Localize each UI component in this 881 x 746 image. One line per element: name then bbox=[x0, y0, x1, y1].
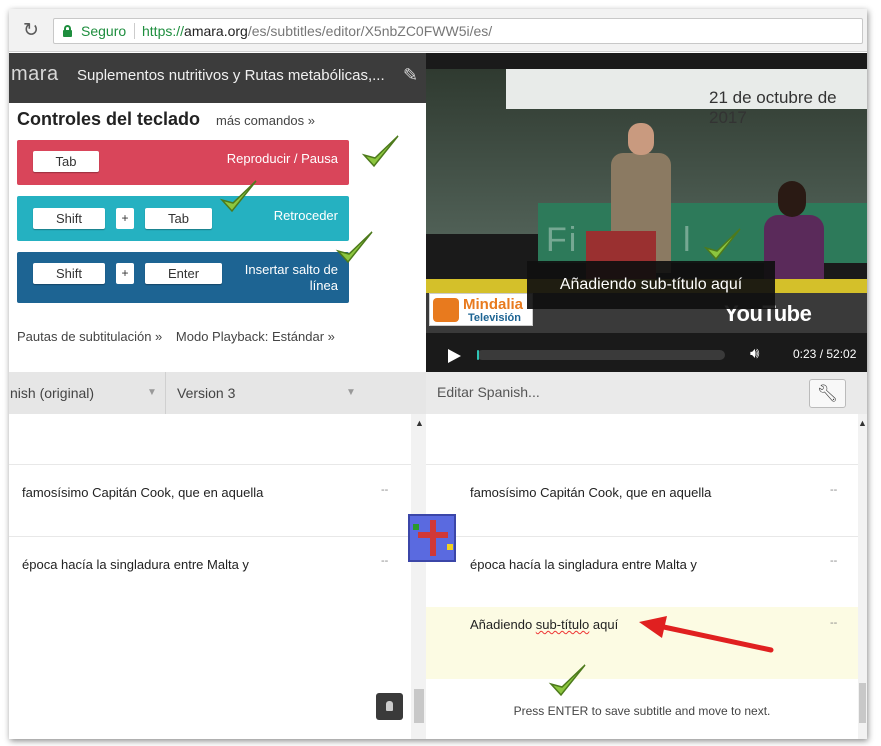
red-arrow-icon bbox=[639, 616, 774, 653]
key-tab: Tab bbox=[33, 151, 99, 172]
plus-sign: + bbox=[116, 263, 134, 284]
url-scheme: https:// bbox=[142, 23, 185, 39]
editor-header: mara Suplementos nutritivos y Rutas meta… bbox=[9, 53, 427, 103]
guidelines-link[interactable]: Pautas de subtitulación » bbox=[17, 329, 162, 344]
shortcut-rewind: Shift + Tab Retroceder bbox=[17, 196, 349, 241]
shortcut-play-pause: Tab Reproducir / Pausa bbox=[17, 140, 349, 185]
subtitle-overlay: Añadiendo sub-título aquí bbox=[527, 261, 775, 309]
checkmark-icon bbox=[548, 664, 586, 697]
key-enter: Enter bbox=[145, 263, 222, 284]
edit-language-label: Editar Spanish... bbox=[437, 384, 540, 400]
list-item[interactable]: época hacía la singladura entre Malta y bbox=[470, 557, 697, 572]
scrollbar[interactable]: ▲ bbox=[411, 414, 427, 739]
guidelines-bar: Pautas de subtitulación » Modo Playback:… bbox=[17, 329, 335, 344]
playback-mode-link[interactable]: Modo Playback: Estándar » bbox=[176, 329, 335, 344]
active-text-start: Añadiendo bbox=[470, 617, 536, 632]
editor-panel-header: Editar Spanish... 🔧︎ bbox=[426, 372, 867, 414]
divider bbox=[134, 23, 135, 39]
tv-icon bbox=[433, 298, 459, 322]
scroll-up-icon[interactable]: ▲ bbox=[415, 418, 424, 428]
checkmark-icon bbox=[361, 135, 399, 168]
misspelled-word: sub-título bbox=[535, 617, 590, 632]
version-label: Version 3 bbox=[177, 385, 236, 401]
plus-sign: + bbox=[116, 208, 134, 229]
list-item: famosísimo Capitán Cook, que en aquella bbox=[22, 485, 264, 500]
time-display: 0:23 / 52:02 bbox=[793, 347, 857, 361]
mindalia-logo-subtext: Televisión bbox=[468, 312, 521, 324]
key-shift: Shift bbox=[33, 263, 105, 284]
list-item: época hacía la singladura entre Malta y bbox=[22, 557, 249, 572]
mindalia-logo-text: Mindalia bbox=[463, 296, 524, 313]
list-item-dash: -- bbox=[381, 484, 389, 496]
list-item-dash: -- bbox=[381, 555, 389, 567]
volume-icon[interactable]: 🔊︎ bbox=[750, 345, 759, 362]
shortcut-line-break: Shift + Enter Insertar salto de línea bbox=[17, 252, 349, 303]
shortcut-action: Retroceder bbox=[273, 208, 338, 223]
key-shift: Shift bbox=[33, 208, 105, 229]
secure-label: Seguro bbox=[81, 23, 127, 39]
list-item-dash: -- bbox=[830, 484, 838, 496]
keyboard-controls-title: Controles del teclado bbox=[17, 109, 201, 129]
scrollbar[interactable]: ▲ bbox=[858, 414, 867, 739]
subtitle-editor-list: famosísimo Capitán Cook, que en aquella … bbox=[426, 414, 858, 739]
browser-window: ↻ Seguro https://amara.org/es/subtitles/… bbox=[9, 9, 867, 739]
original-language-select[interactable]: nish (original) ▼ bbox=[9, 372, 166, 414]
list-item-dash: -- bbox=[830, 617, 838, 629]
progress-fill bbox=[477, 350, 479, 360]
reference-subtitle-list: famosísimo Capitán Cook, que en aquella … bbox=[9, 414, 411, 739]
play-icon[interactable] bbox=[448, 349, 461, 363]
video-player[interactable]: 21 de octubre de 2017 Fi ntaci l Mindali… bbox=[426, 53, 867, 337]
reload-icon[interactable]: ↻ bbox=[23, 21, 43, 41]
checkmark-icon bbox=[219, 180, 257, 213]
player-controls: 🔊︎ 0:23 / 52:02 bbox=[426, 337, 867, 372]
scrollbar-thumb[interactable] bbox=[859, 683, 866, 723]
divider bbox=[426, 536, 858, 537]
list-item-dash: -- bbox=[830, 555, 838, 567]
url-field[interactable]: Seguro https://amara.org/es/subtitles/ed… bbox=[53, 18, 863, 44]
address-bar: ↻ Seguro https://amara.org/es/subtitles/… bbox=[9, 9, 867, 52]
enter-hint: Press ENTER to save subtitle and move to… bbox=[513, 704, 771, 718]
lock-icon bbox=[63, 25, 72, 37]
url-path: /es/subtitles/editor/X5nbZC0FWW5i/es/ bbox=[247, 23, 493, 39]
scrollbar-thumb[interactable] bbox=[414, 689, 424, 723]
checkmark-icon bbox=[703, 228, 741, 261]
event-date: 21 de octubre de 2017 bbox=[709, 88, 837, 127]
list-item[interactable]: famosísimo Capitán Cook, que en aquella bbox=[470, 485, 711, 500]
pencil-icon[interactable]: ✎ bbox=[403, 65, 418, 86]
active-text-end: aquí bbox=[589, 617, 619, 632]
version-select[interactable]: Version 3 ▼ bbox=[166, 372, 427, 414]
shortcut-action: Insertar salto de línea bbox=[244, 262, 338, 293]
jesus-emblem bbox=[408, 514, 456, 562]
chevron-down-icon: ▼ bbox=[147, 387, 157, 398]
scroll-up-icon[interactable]: ▲ bbox=[858, 418, 867, 428]
wrench-icon[interactable]: 🔧︎ bbox=[809, 379, 846, 408]
url-text: https://amara.org/es/subtitles/editor/X5… bbox=[142, 23, 492, 39]
key-tab: Tab bbox=[145, 208, 212, 229]
url-host: amara.org bbox=[184, 23, 248, 39]
checkmark-icon bbox=[335, 231, 373, 264]
lock-button-icon[interactable] bbox=[376, 693, 403, 720]
amara-logo[interactable]: mara bbox=[11, 63, 59, 86]
divider bbox=[9, 464, 411, 465]
video-title: Suplementos nutritivos y Rutas metabólic… bbox=[77, 67, 385, 84]
shortcut-action: Reproducir / Pausa bbox=[226, 151, 338, 166]
active-subtitle-input[interactable]: Añadiendo sub-título aquí bbox=[470, 617, 618, 632]
divider bbox=[426, 464, 858, 465]
divider bbox=[9, 536, 411, 537]
mindalia-logo: Mindalia Televisión bbox=[429, 293, 533, 326]
original-language-label: nish (original) bbox=[10, 385, 95, 401]
more-commands-link[interactable]: más comandos » bbox=[216, 113, 315, 128]
progress-bar[interactable] bbox=[477, 350, 725, 360]
chevron-down-icon: ▼ bbox=[346, 387, 356, 398]
